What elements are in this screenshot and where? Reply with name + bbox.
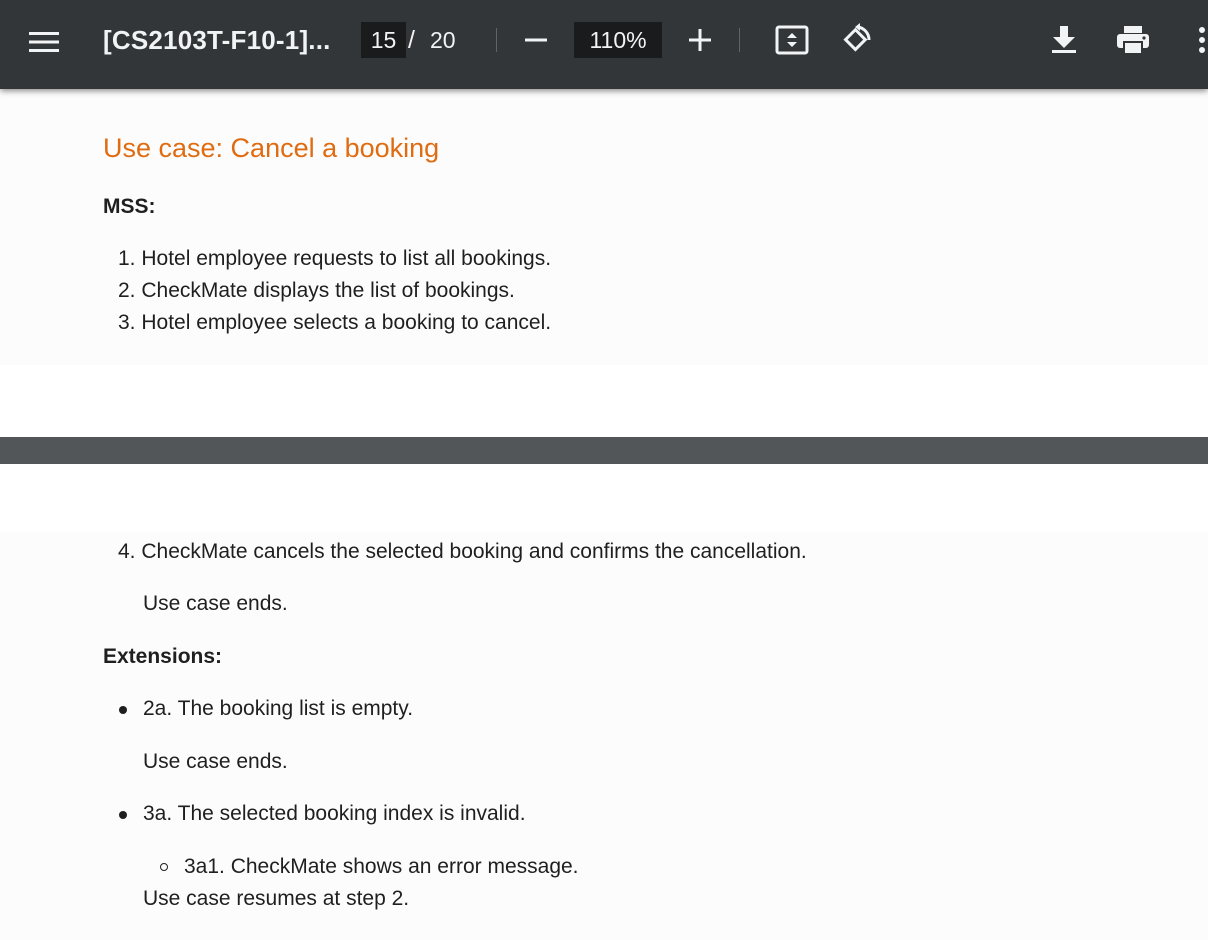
fit-to-page-button[interactable] [772,20,812,60]
sub-bullet-marker [160,863,168,871]
bullet-marker [119,811,127,819]
bullet-marker [119,706,127,714]
mss-step-3: 3. Hotel employee selects a booking to c… [118,311,552,334]
use-case-ends-text: Use case ends. [143,592,288,615]
pdf-page-15: Use case: Cancel a booking MSS: 1. Hotel… [0,89,1208,437]
rotate-icon [838,23,872,57]
page-content: 4. CheckMate cancels the selected bookin… [0,532,1208,940]
page-separator: / [408,25,415,54]
print-icon [1117,25,1149,55]
page-number-input[interactable]: 15 [361,22,406,58]
pdf-toolbar: [CS2103T-F10-1]... 15 / 20 110% [0,0,1208,89]
fit-to-page-icon [775,25,809,55]
page-content: Use case: Cancel a booking MSS: 1. Hotel… [0,89,1208,365]
extension-3a1: 3a1. CheckMate shows an error message. [184,855,579,878]
zoom-level-input[interactable]: 110% [574,22,662,58]
mss-label: MSS: [103,195,156,218]
use-case-ends-text: Use case ends. [143,750,288,773]
mss-step-1: 1. Hotel employee requests to list all b… [118,247,552,270]
zoom-in-icon [689,29,711,51]
download-button[interactable] [1044,20,1084,60]
zoom-out-icon [525,29,547,51]
print-button[interactable] [1112,20,1154,60]
mss-step-2: 2. CheckMate displays the list of bookin… [118,279,515,302]
toolbar-divider [739,28,740,52]
download-icon [1051,26,1077,54]
more-options-button[interactable] [1190,20,1208,60]
extensions-label: Extensions: [103,645,223,668]
menu-icon [29,30,59,54]
total-pages: 20 [430,26,456,53]
rotate-button[interactable] [835,20,875,60]
zoom-out-button[interactable] [520,22,552,58]
extension-2a: 2a. The booking list is empty. [143,697,414,720]
use-case-heading: Use case: Cancel a booking [103,133,440,163]
menu-button[interactable] [24,22,64,62]
document-title: [CS2103T-F10-1]... [103,24,331,55]
use-case-resumes-text: Use case resumes at step 2. [143,887,410,910]
toolbar-divider [496,28,497,52]
extension-3a: 3a. The selected booking index is invali… [143,802,526,825]
pdf-page-16: 4. CheckMate cancels the selected bookin… [0,464,1208,940]
zoom-in-button[interactable] [684,22,716,58]
mss-step-4: 4. CheckMate cancels the selected bookin… [118,540,807,563]
more-vertical-icon [1198,26,1206,54]
